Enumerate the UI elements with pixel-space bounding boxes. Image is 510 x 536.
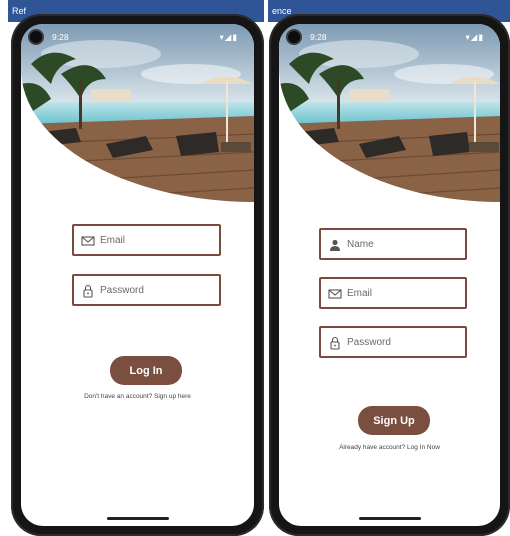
camera-cutout xyxy=(30,31,42,43)
hero-beach-image xyxy=(279,24,500,202)
login-phone-frame: 9:28 ▾◢▮ Log In Don't have an account? S… xyxy=(11,14,264,536)
home-indicator[interactable] xyxy=(106,517,169,520)
beach-photo xyxy=(279,24,500,202)
status-bar: 9:28 ▾◢▮ xyxy=(21,24,254,50)
signup-phone-frame: 9:28 ▾◢▮ Name Email Sign Up Already have… xyxy=(269,14,510,536)
email-input[interactable] xyxy=(100,226,215,254)
status-icons: ▾◢▮ xyxy=(465,32,484,43)
password-field[interactable] xyxy=(319,326,467,358)
mail-icon xyxy=(81,236,95,246)
hero-beach-image xyxy=(21,24,254,202)
status-time: 9:28 xyxy=(310,32,327,42)
status-bar: 9:28 ▾◢▮ xyxy=(279,24,500,50)
person-icon xyxy=(330,239,340,251)
password-input[interactable] xyxy=(347,328,461,356)
status-icons: ▾◢▮ xyxy=(219,32,238,43)
status-time: 9:28 xyxy=(52,32,69,42)
signup-screen: 9:28 ▾◢▮ Name Email Sign Up Already have… xyxy=(279,24,500,526)
email-input[interactable] xyxy=(347,279,461,307)
signup-button[interactable]: Sign Up xyxy=(358,406,430,435)
battery-icon: ▮ xyxy=(232,32,238,42)
home-indicator[interactable] xyxy=(358,517,421,520)
background-window-text: ence xyxy=(272,6,292,16)
background-window-text: Ref xyxy=(12,6,27,16)
password-input[interactable] xyxy=(100,276,215,304)
login-screen: 9:28 ▾◢▮ Log In Don't have an account? S… xyxy=(21,24,254,526)
lock-icon xyxy=(330,336,340,350)
camera-cutout xyxy=(288,31,300,43)
lock-icon xyxy=(83,284,93,298)
name-field[interactable] xyxy=(319,228,467,260)
login-button[interactable]: Log In xyxy=(110,356,182,385)
beach-photo xyxy=(21,24,254,202)
password-field[interactable] xyxy=(72,274,221,306)
mail-icon xyxy=(328,289,342,299)
email-field[interactable] xyxy=(72,224,221,256)
email-field[interactable] xyxy=(319,277,467,309)
login-link[interactable]: Already have account? Log In Now xyxy=(279,444,500,451)
name-input[interactable] xyxy=(347,230,461,258)
battery-icon: ▮ xyxy=(478,32,484,42)
signup-link[interactable]: Don't have an account? Sign up here xyxy=(21,393,254,400)
